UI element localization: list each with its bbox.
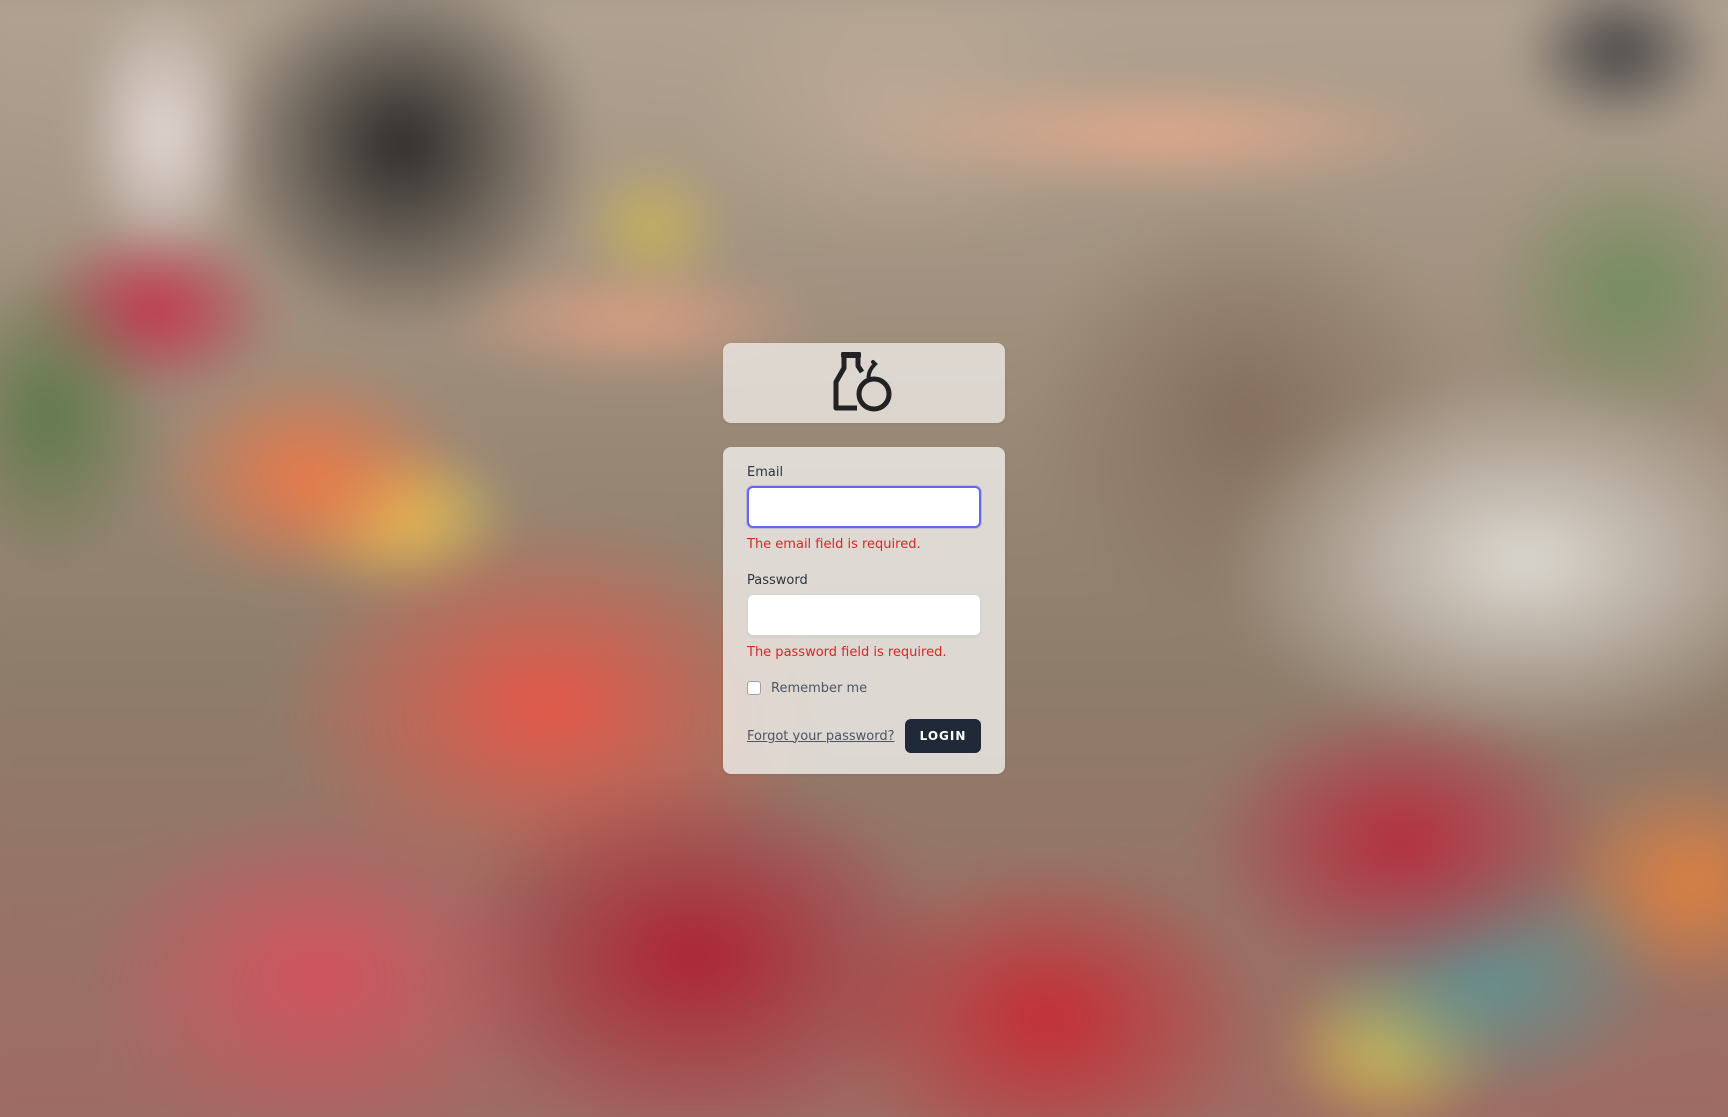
logo-card: [723, 343, 1005, 423]
login-page: Email The email field is required. Passw…: [0, 0, 1728, 1117]
password-field[interactable]: [747, 594, 981, 636]
form-actions: Forgot your password? LOGIN: [747, 719, 981, 753]
password-group: Password The password field is required.: [747, 572, 981, 662]
remember-label[interactable]: Remember me: [771, 681, 867, 696]
email-error: The email field is required.: [747, 537, 921, 552]
password-error: The password field is required.: [747, 645, 947, 660]
bottle-refresh-icon: [829, 348, 899, 418]
password-label: Password: [747, 573, 808, 588]
login-form: Email The email field is required. Passw…: [723, 447, 1005, 774]
email-field[interactable]: [747, 486, 981, 528]
email-label: Email: [747, 465, 784, 480]
remember-row: Remember me: [747, 678, 981, 698]
remember-checkbox[interactable]: [747, 681, 761, 695]
forgot-password-link[interactable]: Forgot your password?: [747, 729, 895, 744]
login-button[interactable]: LOGIN: [905, 719, 981, 753]
